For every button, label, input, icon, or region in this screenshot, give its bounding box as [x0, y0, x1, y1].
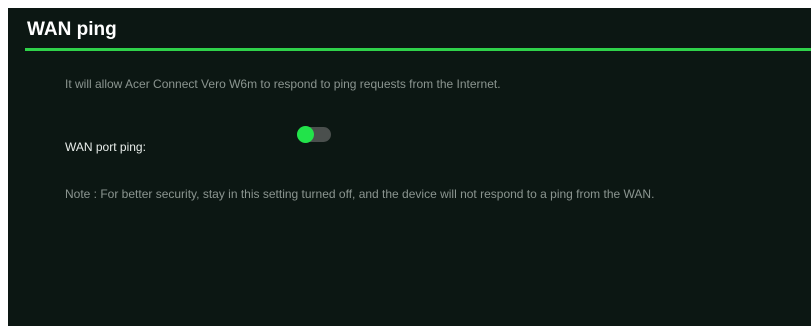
description-text: It will allow Acer Connect Vero W6m to r… [65, 77, 501, 91]
wan-port-ping-label: WAN port ping: [65, 140, 146, 154]
security-note: Note : For better security, stay in this… [65, 187, 655, 201]
header-divider [25, 48, 811, 51]
toggle-knob [297, 126, 314, 143]
wan-port-ping-toggle[interactable] [297, 126, 331, 143]
panel-title: WAN ping [27, 19, 117, 40]
panel-header: WAN ping [8, 8, 811, 51]
wan-ping-panel: WAN ping It will allow Acer Connect Vero… [8, 8, 811, 326]
